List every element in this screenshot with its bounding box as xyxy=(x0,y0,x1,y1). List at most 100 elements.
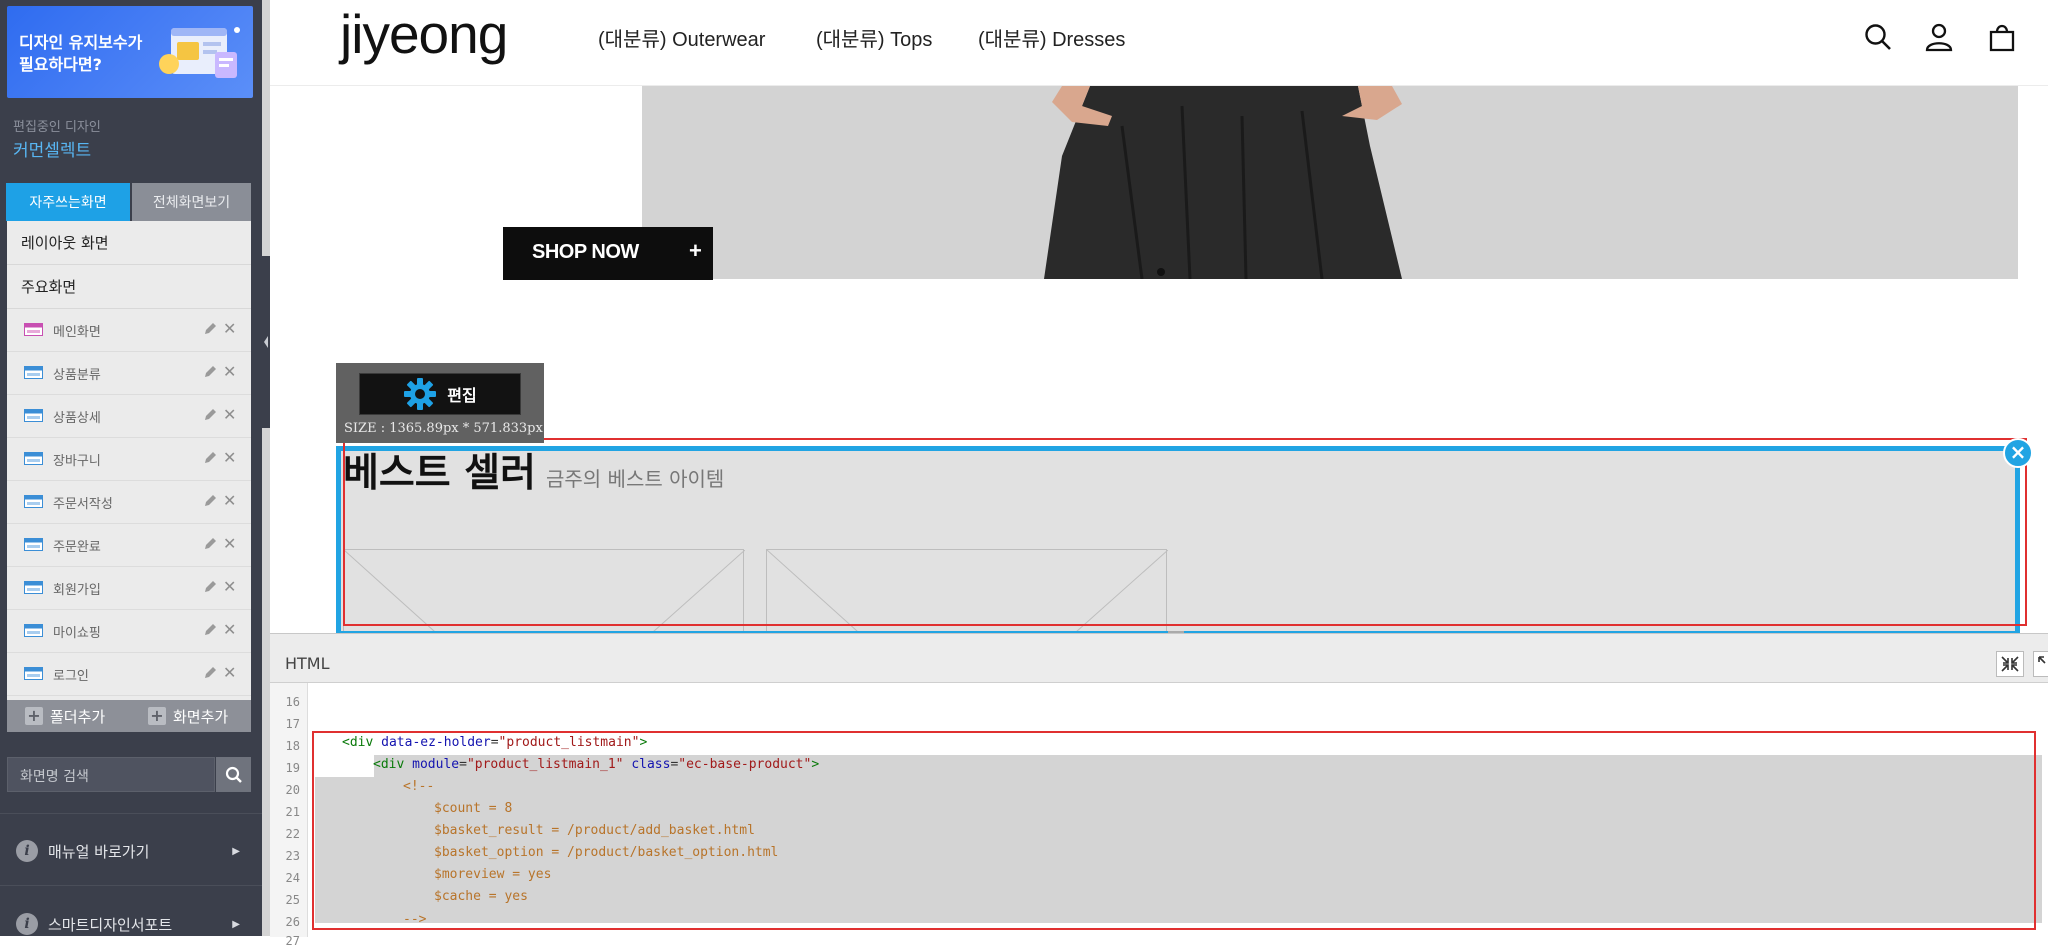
manual-link[interactable]: i 매뉴얼 바로가기 ▶ xyxy=(16,838,246,864)
delete-icon[interactable]: ✕ xyxy=(223,405,236,424)
line-number: 26 xyxy=(285,915,300,929)
add-folder-button[interactable]: + 폴더추가 xyxy=(25,700,105,732)
hero-model-image xyxy=(1044,86,1402,279)
screen-item-signup[interactable]: 회원가입 ✕ xyxy=(7,567,251,610)
edit-pencil-icon[interactable] xyxy=(203,494,217,508)
arrow-right-icon: ▶ xyxy=(232,918,240,930)
add-folder-label: 폴더추가 xyxy=(50,707,106,726)
menu-main-screens[interactable]: 주요화면 xyxy=(7,265,251,309)
delete-icon[interactable]: ✕ xyxy=(223,319,236,338)
edit-pencil-icon[interactable] xyxy=(203,408,217,422)
nav-dresses[interactable]: (대분류) Dresses xyxy=(978,23,1125,52)
screen-item-label: 상품분류 xyxy=(53,368,101,383)
screen-item-product-detail[interactable]: 상품상세 ✕ xyxy=(7,395,251,438)
screen-item-order-complete[interactable]: 주문완료 ✕ xyxy=(7,524,251,567)
expand-icon xyxy=(2038,656,2046,664)
delete-icon[interactable]: ✕ xyxy=(223,362,236,381)
edit-pencil-icon[interactable] xyxy=(203,623,217,637)
divider xyxy=(0,813,262,814)
delete-icon[interactable]: ✕ xyxy=(223,534,236,553)
edit-pencil-icon[interactable] xyxy=(203,322,217,336)
plus-icon: + xyxy=(25,707,43,725)
banner-line-2: 필요하다면? xyxy=(19,55,102,74)
edit-pencil-icon[interactable] xyxy=(203,451,217,465)
edit-pencil-icon[interactable] xyxy=(203,365,217,379)
gear-icon xyxy=(404,378,437,410)
screen-item-myshop[interactable]: 마이쇼핑 ✕ xyxy=(7,610,251,653)
collapse-editor-button[interactable] xyxy=(1996,651,2024,677)
nav-tops[interactable]: (대분류) Tops xyxy=(816,23,932,52)
code-highlight-box xyxy=(312,731,2036,930)
line-number: 19 xyxy=(285,761,300,775)
search-icon xyxy=(225,766,242,783)
add-page-button[interactable]: + 화면추가 xyxy=(148,700,228,732)
nav-outerwear[interactable]: (대분류) Outerwear xyxy=(598,23,765,52)
line-number: 22 xyxy=(285,827,300,841)
tab-frequent-screens[interactable]: 자주쓰는화면 xyxy=(6,183,130,221)
search-icon[interactable] xyxy=(1863,22,1893,52)
delete-icon[interactable]: ✕ xyxy=(223,663,236,682)
screen-item-order-form[interactable]: 주문서작성 ✕ xyxy=(7,481,251,524)
arrow-right-icon: ▶ xyxy=(232,845,240,857)
sidebar-collapse-handle[interactable] xyxy=(262,256,270,428)
screen-item-label: 상품상세 xyxy=(53,411,101,426)
screen-item-category[interactable]: 상품분류 ✕ xyxy=(7,352,251,395)
page-icon xyxy=(24,581,43,594)
delete-icon[interactable]: ✕ xyxy=(223,577,236,596)
line-number: 20 xyxy=(285,783,300,797)
manual-link-label: 매뉴얼 바로가기 xyxy=(48,842,150,861)
edit-pencil-icon[interactable] xyxy=(203,537,217,551)
divider xyxy=(0,885,262,886)
line-number: 16 xyxy=(285,695,300,709)
add-row: + 폴더추가 + 화면추가 xyxy=(7,700,251,732)
screen-item-label: 로그인 xyxy=(53,669,89,684)
html-editor-panel: HTML 16 17 18 19 20 21 22 23 24 25 26 27… xyxy=(270,631,2048,948)
edit-button[interactable]: 편집 xyxy=(359,373,521,415)
screen-item-label: 회원가입 xyxy=(53,583,101,598)
delete-icon[interactable]: ✕ xyxy=(223,620,236,639)
edit-pencil-icon[interactable] xyxy=(203,580,217,594)
line-number: 23 xyxy=(285,849,300,863)
screen-item-cart[interactable]: 장바구니 ✕ xyxy=(7,438,251,481)
sidebar-gutter xyxy=(262,0,270,936)
screen-item-main[interactable]: 메인화면 ✕ xyxy=(7,309,251,352)
design-support-link[interactable]: i 스마트디자인서포트 ▶ xyxy=(16,911,246,936)
line-number: 18 xyxy=(285,739,300,753)
delete-icon[interactable]: ✕ xyxy=(223,448,236,467)
maintenance-banner[interactable]: 디자인 유지보수가 필요하다면? xyxy=(7,6,253,98)
delete-icon[interactable]: ✕ xyxy=(223,491,236,510)
editor-title: HTML xyxy=(285,654,330,673)
page-icon xyxy=(24,452,43,465)
page-icon xyxy=(24,495,43,508)
banner-illustration-icon xyxy=(159,27,240,78)
highlight-box xyxy=(343,438,2027,626)
close-icon[interactable]: × xyxy=(2003,438,2033,468)
screen-item-label: 메인화면 xyxy=(53,325,101,340)
shop-logo[interactable]: jiyeong xyxy=(340,2,508,66)
module-size-label: SIZE : 1365.89px * 571.833px xyxy=(344,421,543,436)
line-number: 24 xyxy=(285,871,300,885)
shop-header: jiyeong (대분류) Outerwear (대분류) Tops (대분류)… xyxy=(270,0,2048,86)
menu-layout-screens[interactable]: 레이아웃 화면 xyxy=(7,221,251,265)
shopping-bag-icon[interactable] xyxy=(1987,22,2017,52)
main-page-icon xyxy=(24,323,43,336)
line-number: 21 xyxy=(285,805,300,819)
expand-editor-button[interactable] xyxy=(2033,651,2048,677)
editing-design-label: 편집중인 디자인 xyxy=(13,120,101,135)
design-sidebar: 디자인 유지보수가 필요하다면? 편집중인 디자인 커먼셀렉트 자주쓰는화면 전… xyxy=(0,0,262,936)
screen-item-login[interactable]: 로그인 ✕ xyxy=(7,653,251,696)
shop-now-button[interactable]: SHOP NOW + xyxy=(503,227,713,280)
search-button[interactable] xyxy=(216,757,251,792)
shop-now-label: SHOP NOW xyxy=(532,241,639,263)
design-preview: jiyeong (대분류) Outerwear (대분류) Tops (대분류)… xyxy=(270,0,2048,633)
edit-pencil-icon[interactable] xyxy=(203,666,217,680)
module-edit-panel: 편집 SIZE : 1365.89px * 571.833px xyxy=(336,363,544,443)
screen-search-input[interactable]: 화면명 검색 xyxy=(7,757,215,792)
line-number: 27 xyxy=(285,934,300,948)
hero-banner[interactable] xyxy=(642,86,2018,279)
tab-all-screens[interactable]: 전체화면보기 xyxy=(132,183,251,221)
design-support-label: 스마트디자인서포트 xyxy=(48,915,173,934)
account-icon[interactable] xyxy=(1924,22,1954,52)
plus-icon: + xyxy=(689,238,702,263)
shrink-icon xyxy=(2001,656,2019,672)
